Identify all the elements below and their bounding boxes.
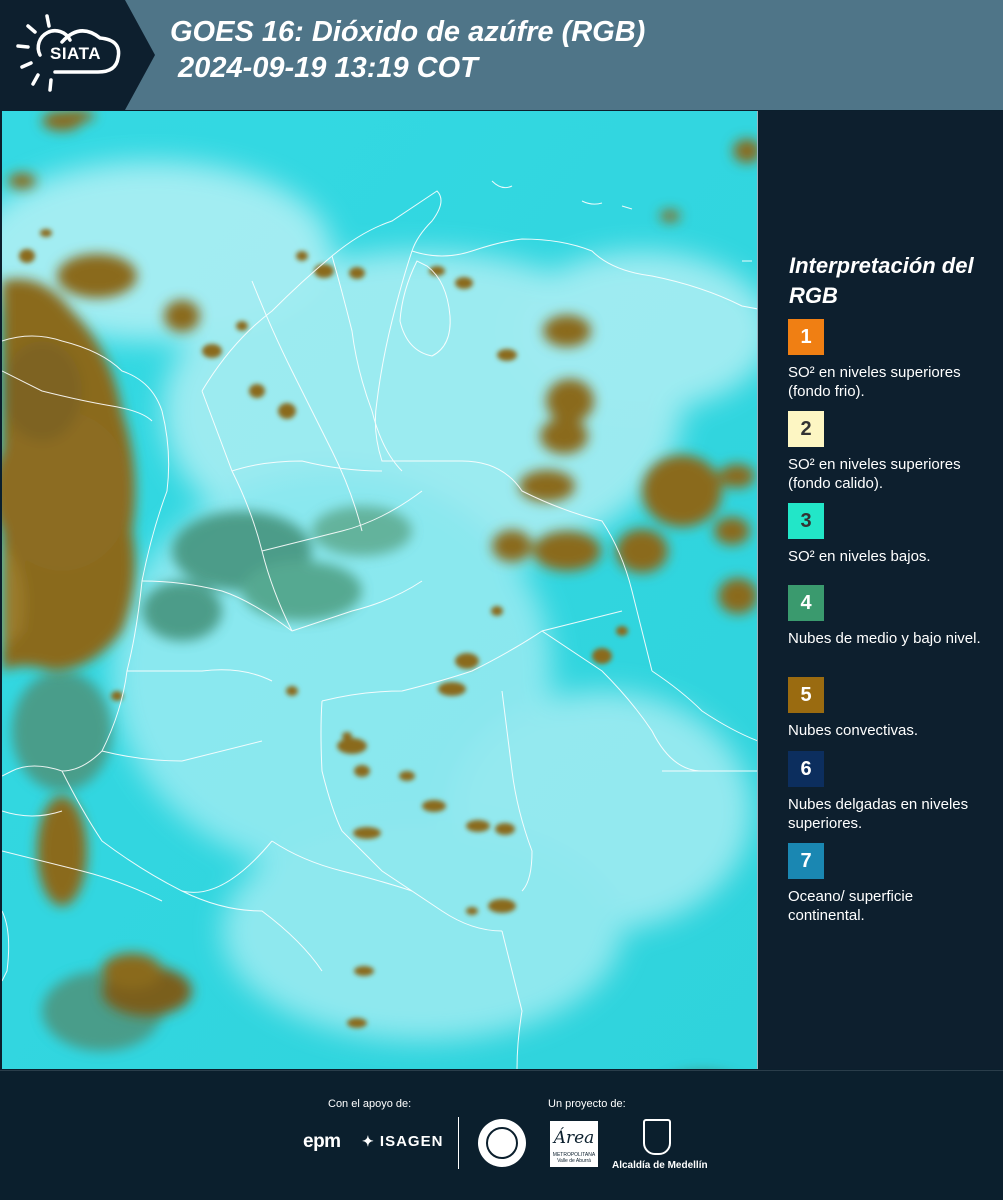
satellite-map[interactable] xyxy=(2,111,758,1069)
alcaldia-label: Alcaldía de Medellín xyxy=(612,1160,708,1171)
project-label: Un proyecto de: xyxy=(548,1098,626,1110)
isagen-icon: ✦ xyxy=(362,1133,375,1149)
legend-text: Nubes de medio y bajo nivel. xyxy=(788,630,981,647)
epm-logo[interactable]: epm xyxy=(303,1131,341,1153)
alcaldia-shield-icon[interactable] xyxy=(643,1119,671,1155)
footer: Con el apoyo de: Un proyecto de: epm ✦ I… xyxy=(0,1070,1003,1200)
legend-swatch: 2 xyxy=(788,411,824,447)
legend-text: Nubes convectivas. xyxy=(788,722,919,739)
header-bar: SIATA GOES 16: Dióxido de azúfre (RGB) 2… xyxy=(0,0,1003,110)
legend-item-3: 3 SO² en niveles bajos. xyxy=(788,503,993,566)
map-canvas xyxy=(2,111,757,1069)
legend-text: Oceano/ superficie continental. xyxy=(788,888,914,924)
legend-item-6: 6 Nubes delgadas en niveles superiores. xyxy=(788,751,993,833)
legend-swatch: 1 xyxy=(788,319,824,355)
page-title: GOES 16: Dióxido de azúfre (RGB) 2024-09… xyxy=(170,14,645,86)
title-line-1: GOES 16: Dióxido de azúfre (RGB) xyxy=(170,16,646,48)
legend-swatch: 6 xyxy=(788,751,824,787)
area-metropolitana-logo[interactable]: Área METROPOLITANA Valle de Aburrá xyxy=(550,1121,598,1167)
legend-swatch: 5 xyxy=(788,677,824,713)
legend-panel: Interpretación del RGB 1 SO² en niveles s… xyxy=(760,111,1003,1069)
medellin-seal-icon[interactable] xyxy=(478,1119,526,1167)
legend-title: Interpretación del RGB xyxy=(789,253,974,308)
siata-logo[interactable]: SIATA xyxy=(0,0,155,110)
legend-item-2: 2 SO² en niveles superiores (fondo calido… xyxy=(788,411,993,493)
legend-swatch: 7 xyxy=(788,843,824,879)
area-logo-name: Área xyxy=(553,1128,595,1148)
legend-item-7: 7 Oceano/ superficie continental. xyxy=(788,843,993,925)
legend-text: SO² en niveles superiores (fondo frio). xyxy=(788,364,961,400)
isagen-logo[interactable]: ✦ ISAGEN xyxy=(362,1133,443,1150)
legend-item-5: 5 Nubes convectivas. xyxy=(788,677,993,740)
support-label: Con el apoyo de: xyxy=(328,1098,412,1110)
legend-item-4: 4 Nubes de medio y bajo nivel. xyxy=(788,585,993,648)
legend-item-1: 1 SO² en niveles superiores (fondo frio). xyxy=(788,319,993,401)
logo-label: SIATA xyxy=(50,44,101,63)
isagen-label: ISAGEN xyxy=(379,1133,444,1150)
legend-swatch: 4 xyxy=(788,585,824,621)
legend-text: Nubes delgadas en niveles superiores. xyxy=(788,796,969,832)
legend-text: SO² en niveles superiores (fondo calido)… xyxy=(788,456,961,492)
area-logo-sub: METROPOLITANA Valle de Aburrá xyxy=(552,1152,596,1164)
legend-text: SO² en niveles bajos. xyxy=(788,548,931,565)
title-line-2: 2024-09-19 13:19 COT xyxy=(170,52,478,84)
footer-divider xyxy=(458,1117,459,1169)
legend-swatch: 3 xyxy=(788,503,824,539)
